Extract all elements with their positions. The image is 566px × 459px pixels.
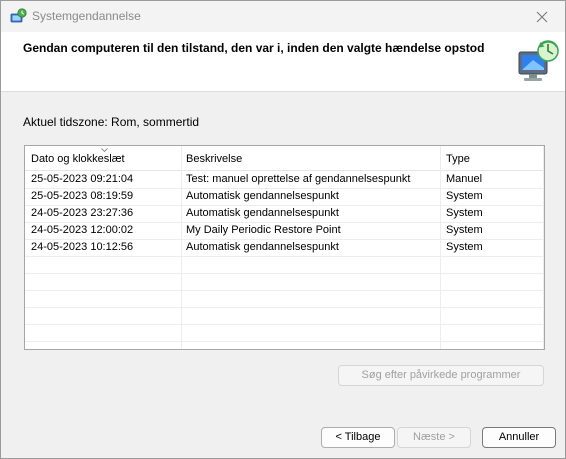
table-row[interactable]: 25-05-2023 09:21:04 Test: manuel oprette… <box>25 171 544 189</box>
close-icon <box>536 11 548 22</box>
table-row[interactable]: 25-05-2023 08:19:59 Automatisk gendannel… <box>25 188 544 206</box>
row-date: 25-05-2023 08:19:59 <box>31 190 134 202</box>
row-date: 24-05-2023 23:27:36 <box>31 207 134 219</box>
empty-row <box>25 307 544 325</box>
close-button[interactable] <box>519 1 565 32</box>
row-description: Test: manuel oprettelse af gendannelsesp… <box>186 173 411 185</box>
list-header: Dato og klokkeslæt Beskrivelse Type <box>25 146 544 171</box>
table-row[interactable]: 24-05-2023 10:12:56 Automatisk gendannel… <box>25 239 544 257</box>
row-type: System <box>446 241 483 253</box>
row-type: System <box>446 224 483 236</box>
back-button[interactable]: < Tilbage <box>321 427 395 448</box>
cancel-button[interactable]: Annuller <box>482 427 556 448</box>
system-restore-app-icon <box>10 8 27 23</box>
row-description: Automatisk gendannelsespunkt <box>186 190 339 202</box>
next-button[interactable]: Næste > <box>397 427 471 448</box>
row-date: 24-05-2023 10:12:56 <box>31 241 134 253</box>
wizard-header: Gendan computeren til den tilstand, den … <box>1 32 565 92</box>
row-description: Automatisk gendannelsespunkt <box>186 241 339 253</box>
empty-row <box>25 273 544 291</box>
system-restore-icon <box>518 40 559 81</box>
row-type: System <box>446 190 483 202</box>
empty-row <box>25 256 544 274</box>
empty-row <box>25 290 544 308</box>
row-date: 24-05-2023 12:00:02 <box>31 224 134 236</box>
row-description: My Daily Periodic Restore Point <box>186 224 341 236</box>
header-instruction: Gendan computeren til den tilstand, den … <box>23 41 485 55</box>
system-restore-window: Systemgendannelse Gendan computeren til … <box>0 0 566 459</box>
scan-affected-programs-button[interactable]: Søg efter påvirkede programmer <box>338 365 544 386</box>
row-type: Manuel <box>446 173 483 185</box>
column-header-type[interactable]: Type <box>441 146 544 170</box>
row-date: 25-05-2023 09:21:04 <box>31 173 134 185</box>
table-row[interactable]: 24-05-2023 12:00:02 My Daily Periodic Re… <box>25 222 544 240</box>
title-bar[interactable]: Systemgendannelse <box>1 1 565 32</box>
column-header-description[interactable]: Beskrivelse <box>182 146 441 170</box>
row-type: System <box>446 207 483 219</box>
column-header-date[interactable]: Dato og klokkeslæt <box>25 146 182 170</box>
row-description: Automatisk gendannelsespunkt <box>186 207 339 219</box>
window-title: Systemgendannelse <box>32 9 141 23</box>
table-row[interactable]: 24-05-2023 23:27:36 Automatisk gendannel… <box>25 205 544 223</box>
timezone-label: Aktuel tidszone: Rom, sommertid <box>23 115 200 129</box>
restore-points-list[interactable]: Dato og klokkeslæt Beskrivelse Type 25-0… <box>24 145 545 350</box>
empty-row <box>25 324 544 342</box>
